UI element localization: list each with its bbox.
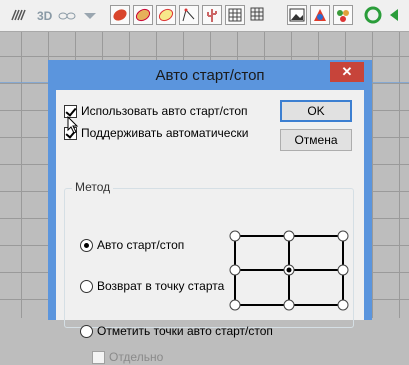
radio-auto-start-stop[interactable]: Авто старт/стоп xyxy=(80,238,184,252)
radio-mark-points[interactable]: Отметить точки авто старт/стоп xyxy=(80,324,273,338)
leaves-icon[interactable] xyxy=(333,5,353,25)
polyline-icon[interactable] xyxy=(179,5,199,25)
separate-row[interactable]: Отдельно xyxy=(92,349,163,365)
separate-label: Отдельно xyxy=(109,350,164,364)
radio-auto-start-stop-label: Авто старт/стоп xyxy=(97,238,185,252)
green-arrow-icon[interactable] xyxy=(386,5,406,25)
red-ellipse-icon[interactable] xyxy=(110,5,130,25)
radio-return-to-start[interactable]: Возврат в точку старта xyxy=(80,279,224,293)
position-node[interactable] xyxy=(337,299,349,311)
position-node[interactable] xyxy=(229,230,241,242)
grid-icon-2[interactable] xyxy=(248,5,268,25)
radio-auto-start-stop-button[interactable] xyxy=(80,238,93,252)
dropdown-icon[interactable] xyxy=(80,5,100,25)
dialog-title: Авто старт/стоп xyxy=(155,67,265,84)
brush-icon[interactable] xyxy=(8,5,28,25)
picture-icon[interactable] xyxy=(287,5,307,25)
radio-return-to-start-label: Возврат в точку старта xyxy=(97,279,225,293)
start-position-picker xyxy=(229,230,349,311)
position-node[interactable] xyxy=(283,230,295,242)
position-node[interactable] xyxy=(337,264,349,276)
mouse-cursor-icon xyxy=(67,116,79,134)
position-node[interactable] xyxy=(229,299,241,311)
position-node-selected[interactable] xyxy=(283,264,295,276)
method-group-label: Метод xyxy=(72,180,114,194)
paint-icon[interactable] xyxy=(310,5,330,25)
yellow-ellipse-icon[interactable] xyxy=(156,5,176,25)
position-node[interactable] xyxy=(283,299,295,311)
position-node[interactable] xyxy=(337,230,349,242)
radio-mark-points-label: Отметить точки авто старт/стоп xyxy=(97,324,273,338)
support-automatically-label: Поддерживать автоматически xyxy=(81,126,249,140)
toolbar: 3D xyxy=(0,0,409,32)
cactus-icon[interactable] xyxy=(202,5,222,25)
radio-return-to-start-button[interactable] xyxy=(80,279,93,293)
separate-checkbox[interactable] xyxy=(92,350,105,364)
cancel-button[interactable]: Отмена xyxy=(280,129,352,151)
dialog-body: Использовать авто старт/стоп Поддерживат… xyxy=(56,90,364,364)
grid-icon[interactable] xyxy=(225,5,245,25)
ok-button[interactable]: OK xyxy=(280,100,352,122)
position-node[interactable] xyxy=(229,264,241,276)
green-circle-icon[interactable] xyxy=(363,5,383,25)
use-auto-start-stop-label: Использовать авто старт/стоп xyxy=(81,104,248,118)
auto-start-stop-dialog: Авто старт/стоп ✕ Использовать авто стар… xyxy=(48,60,372,364)
close-button[interactable]: ✕ xyxy=(330,62,364,82)
hatched-ellipse-icon[interactable] xyxy=(133,5,153,25)
radio-mark-points-button[interactable] xyxy=(80,324,93,338)
glasses-icon[interactable] xyxy=(57,5,77,25)
support-automatically-row[interactable]: Поддерживать автоматически xyxy=(64,125,248,141)
use-auto-start-stop-row[interactable]: Использовать авто старт/стоп xyxy=(64,103,248,119)
3d-label[interactable]: 3D xyxy=(37,9,52,23)
dialog-titlebar[interactable]: Авто старт/стоп ✕ xyxy=(48,60,372,90)
